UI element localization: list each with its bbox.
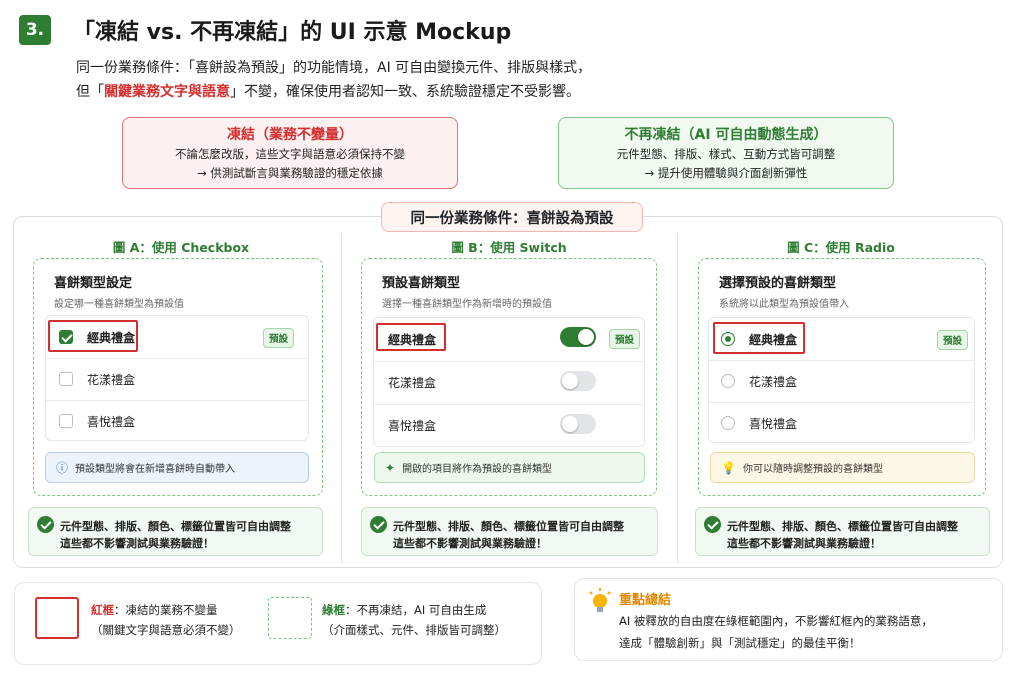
col-b-card-title: 預設喜餅類型 — [382, 276, 461, 291]
col-b-card-subtitle: 選擇一種喜餅類型作為新增時的預設值 — [382, 299, 552, 310]
frozen-box: 凍結（業務不變量） 不論怎麼改版，這些文字與語意必須保持不變 → 供測試斷言與業… — [122, 117, 458, 189]
col-a-card-subtitle: 設定哪一種喜餅類型為預設值 — [54, 299, 184, 310]
summary-title: 重點總結 — [619, 593, 672, 608]
info-icon: ⓘ — [56, 461, 69, 475]
col-b-card: 預設喜餅類型 選擇一種喜餅類型作為新增時的預設值 — [371, 268, 645, 310]
sparkle-icon: ✦ — [385, 460, 396, 475]
col-b-title: 圖 B：使用 Switch — [451, 240, 567, 255]
unfrozen-box: 不再凍結（AI 可自由動態生成） 元件型態、排版、樣式、互動方式皆可調整 → 提… — [558, 117, 894, 189]
col-a-option-3[interactable]: 喜悅禮盒 — [46, 400, 308, 442]
legend-box: 紅框：凍結的業務不變量 （關鍵文字與語意必須不變） 綠框：不再凍結，AI 可自由… — [14, 582, 542, 665]
col-a-option-2-label: 花漾禮盒 — [87, 372, 136, 387]
col-c-card: 選擇預設的喜餅類型 系統將以此類型為預設值帶入 — [708, 268, 982, 310]
col-a-title: 圖 A：使用 Checkbox — [112, 240, 250, 255]
ok-note-line-1: 元件型態、排版、顏色、標籤位置皆可自由調整 — [393, 520, 624, 533]
legend-green-text: 綠框：不再凍結，AI 可自由生成 （介面樣式、元件、排版皆可調整） — [322, 600, 506, 640]
col-b-tip-text: 開啟的項目將作為預設的喜餅類型 — [402, 464, 553, 475]
intro-text: 同一份業務條件：「喜餅設為預設」的功能情境，AI 可自由變換元件、排版與樣式， … — [76, 56, 591, 104]
col-b-option-3-label: 喜悅禮盒 — [388, 418, 437, 433]
col-a-option-3-label: 喜悅禮盒 — [87, 414, 136, 429]
col-c-frozen-mark — [713, 322, 805, 354]
ok-note-line-1: 元件型態、排版、顏色、標籤位置皆可自由調整 — [727, 520, 958, 533]
section-number: 3. — [19, 15, 51, 45]
col-c-option-2[interactable]: 花漾禮盒 — [709, 360, 974, 402]
col-b-default-badge: 預設 — [609, 329, 641, 349]
col-b-option-2: 花漾禮盒 — [374, 361, 644, 403]
col-b-switch-on[interactable] — [560, 327, 596, 347]
column-divider — [341, 233, 342, 563]
condition-pill: 同一份業務條件：喜餅設為預設 — [381, 202, 643, 232]
col-c-card-title: 選擇預設的喜餅類型 — [719, 276, 837, 291]
legend-green-label: 綠框 — [322, 603, 345, 617]
col-b-tip: ✦ 開啟的項目將作為預設的喜餅類型 — [374, 452, 645, 483]
col-a-tip: ⓘ 預設類型將會在新增喜餅時自動帶入 — [45, 452, 309, 483]
legend-green-sub: （介面樣式、元件、排版皆可調整） — [322, 623, 506, 637]
checkbox-icon[interactable] — [59, 414, 73, 428]
lightbulb-icon: 💡 — [721, 460, 736, 475]
legend-red-text: 紅框：凍結的業務不變量 （關鍵文字與語意必須不變） — [91, 600, 241, 640]
summary-line-2: 達成「體驗創新」與「測試穩定」的最佳平衡！ — [619, 636, 861, 650]
col-a-card-title: 喜餅類型設定 — [54, 276, 133, 291]
col-b-switch-off[interactable] — [560, 371, 596, 391]
legend-green-desc: ：不再凍結，AI 可自由生成 — [345, 603, 487, 617]
col-c-ok-note: 元件型態、排版、顏色、標籤位置皆可自由調整 這些都不影響測試與業務驗證！ — [695, 507, 990, 556]
intro-line-2: 但「關鍵業務文字與語意」不變，確保使用者認知一致、系統驗證穩定不受影響。 — [76, 80, 591, 104]
col-b-ok-note: 元件型態、排版、顏色、標籤位置皆可自由調整 這些都不影響測試與業務驗證！ — [361, 507, 658, 556]
frozen-title: 凍結（業務不變量） — [227, 127, 353, 143]
col-c-card-subtitle: 系統將以此類型為預設值帶入 — [719, 299, 849, 310]
col-a-frozen-mark — [48, 320, 138, 352]
legend-red-label: 紅框 — [91, 603, 114, 617]
col-a-ok-note: 元件型態、排版、顏色、標籤位置皆可自由調整 這些都不影響測試與業務驗證！ — [28, 507, 323, 556]
col-b-frozen-mark — [376, 323, 446, 351]
col-a-default-badge: 預設 — [263, 328, 295, 348]
summary-line-1: AI 被釋放的自由度在綠框範圍內，不影響紅框內的業務語意， — [619, 614, 933, 628]
radio-icon[interactable] — [721, 416, 735, 430]
unfrozen-line-1: 元件型態、排版、樣式、互動方式皆可調整 — [616, 147, 836, 161]
check-circle-icon — [37, 516, 54, 533]
intro-highlight: 關鍵業務文字與語意 — [104, 84, 230, 100]
col-c-default-badge: 預設 — [937, 330, 969, 350]
intro-suffix: 」不變，確保使用者認知一致、系統驗證穩定不受影響。 — [230, 84, 580, 100]
col-b-option-2-label: 花漾禮盒 — [388, 375, 437, 390]
check-circle-icon — [704, 516, 721, 533]
col-c-option-3-label: 喜悅禮盒 — [749, 416, 798, 431]
col-a-card: 喜餅類型設定 設定哪一種喜餅類型為預設值 — [43, 268, 317, 310]
ok-note-line-1: 元件型態、排版、顏色、標籤位置皆可自由調整 — [60, 520, 291, 533]
frozen-line-2: → 供測試斷言與業務驗證的穩定依據 — [197, 166, 383, 180]
column-divider — [677, 233, 678, 563]
col-c-tip: 💡 你可以隨時調整預設的喜餅類型 — [710, 452, 975, 483]
ok-note-line-2: 這些都不影響測試與業務驗證！ — [60, 537, 214, 550]
col-b-switch-off[interactable] — [560, 414, 596, 434]
section-header: 3. 「凍結 vs. 不再凍結」的 UI 示意 Mockup — [19, 14, 511, 46]
summary-text: AI 被釋放的自由度在綠框範圍內，不影響紅框內的業務語意， 達成「體驗創新」與「… — [619, 610, 933, 654]
legend-red-sub: （關鍵文字與語意必須不變） — [91, 623, 241, 637]
lightbulb-icon — [589, 588, 611, 612]
check-circle-icon — [370, 516, 387, 533]
ok-note-line-2: 這些都不影響測試與業務驗證！ — [393, 537, 547, 550]
col-a-tip-text: 預設類型將會在新增喜餅時自動帶入 — [75, 464, 236, 475]
legend-green-swatch — [268, 597, 312, 639]
col-b-option-3: 喜悅禮盒 — [374, 404, 644, 446]
intro-prefix: 但「 — [76, 84, 104, 100]
col-c-tip-text: 你可以隨時調整預設的喜餅類型 — [742, 464, 883, 475]
col-c-option-3[interactable]: 喜悅禮盒 — [709, 402, 974, 444]
frozen-line-1: 不論怎麼改版，這些文字與語意必須保持不變 — [175, 147, 405, 161]
radio-icon[interactable] — [721, 374, 735, 388]
summary-box: 重點總結 AI 被釋放的自由度在綠框範圍內，不影響紅框內的業務語意， 達成「體驗… — [574, 578, 1003, 661]
intro-line-1: 同一份業務條件：「喜餅設為預設」的功能情境，AI 可自由變換元件、排版與樣式， — [76, 60, 592, 76]
col-c-option-2-label: 花漾禮盒 — [749, 374, 798, 389]
page-title: 「凍結 vs. 不再凍結」的 UI 示意 Mockup — [73, 20, 512, 45]
legend-red-swatch — [35, 597, 79, 639]
checkbox-icon[interactable] — [59, 372, 73, 386]
col-c-title: 圖 C：使用 Radio — [787, 240, 895, 255]
unfrozen-title: 不再凍結（AI 可自由動態生成） — [624, 127, 828, 143]
legend-red-desc: ：凍結的業務不變量 — [114, 603, 218, 617]
unfrozen-line-2: → 提升使用體驗與介面創新彈性 — [644, 166, 808, 180]
col-a-option-2[interactable]: 花漾禮盒 — [46, 358, 308, 400]
ok-note-line-2: 這些都不影響測試與業務驗證！ — [727, 537, 881, 550]
